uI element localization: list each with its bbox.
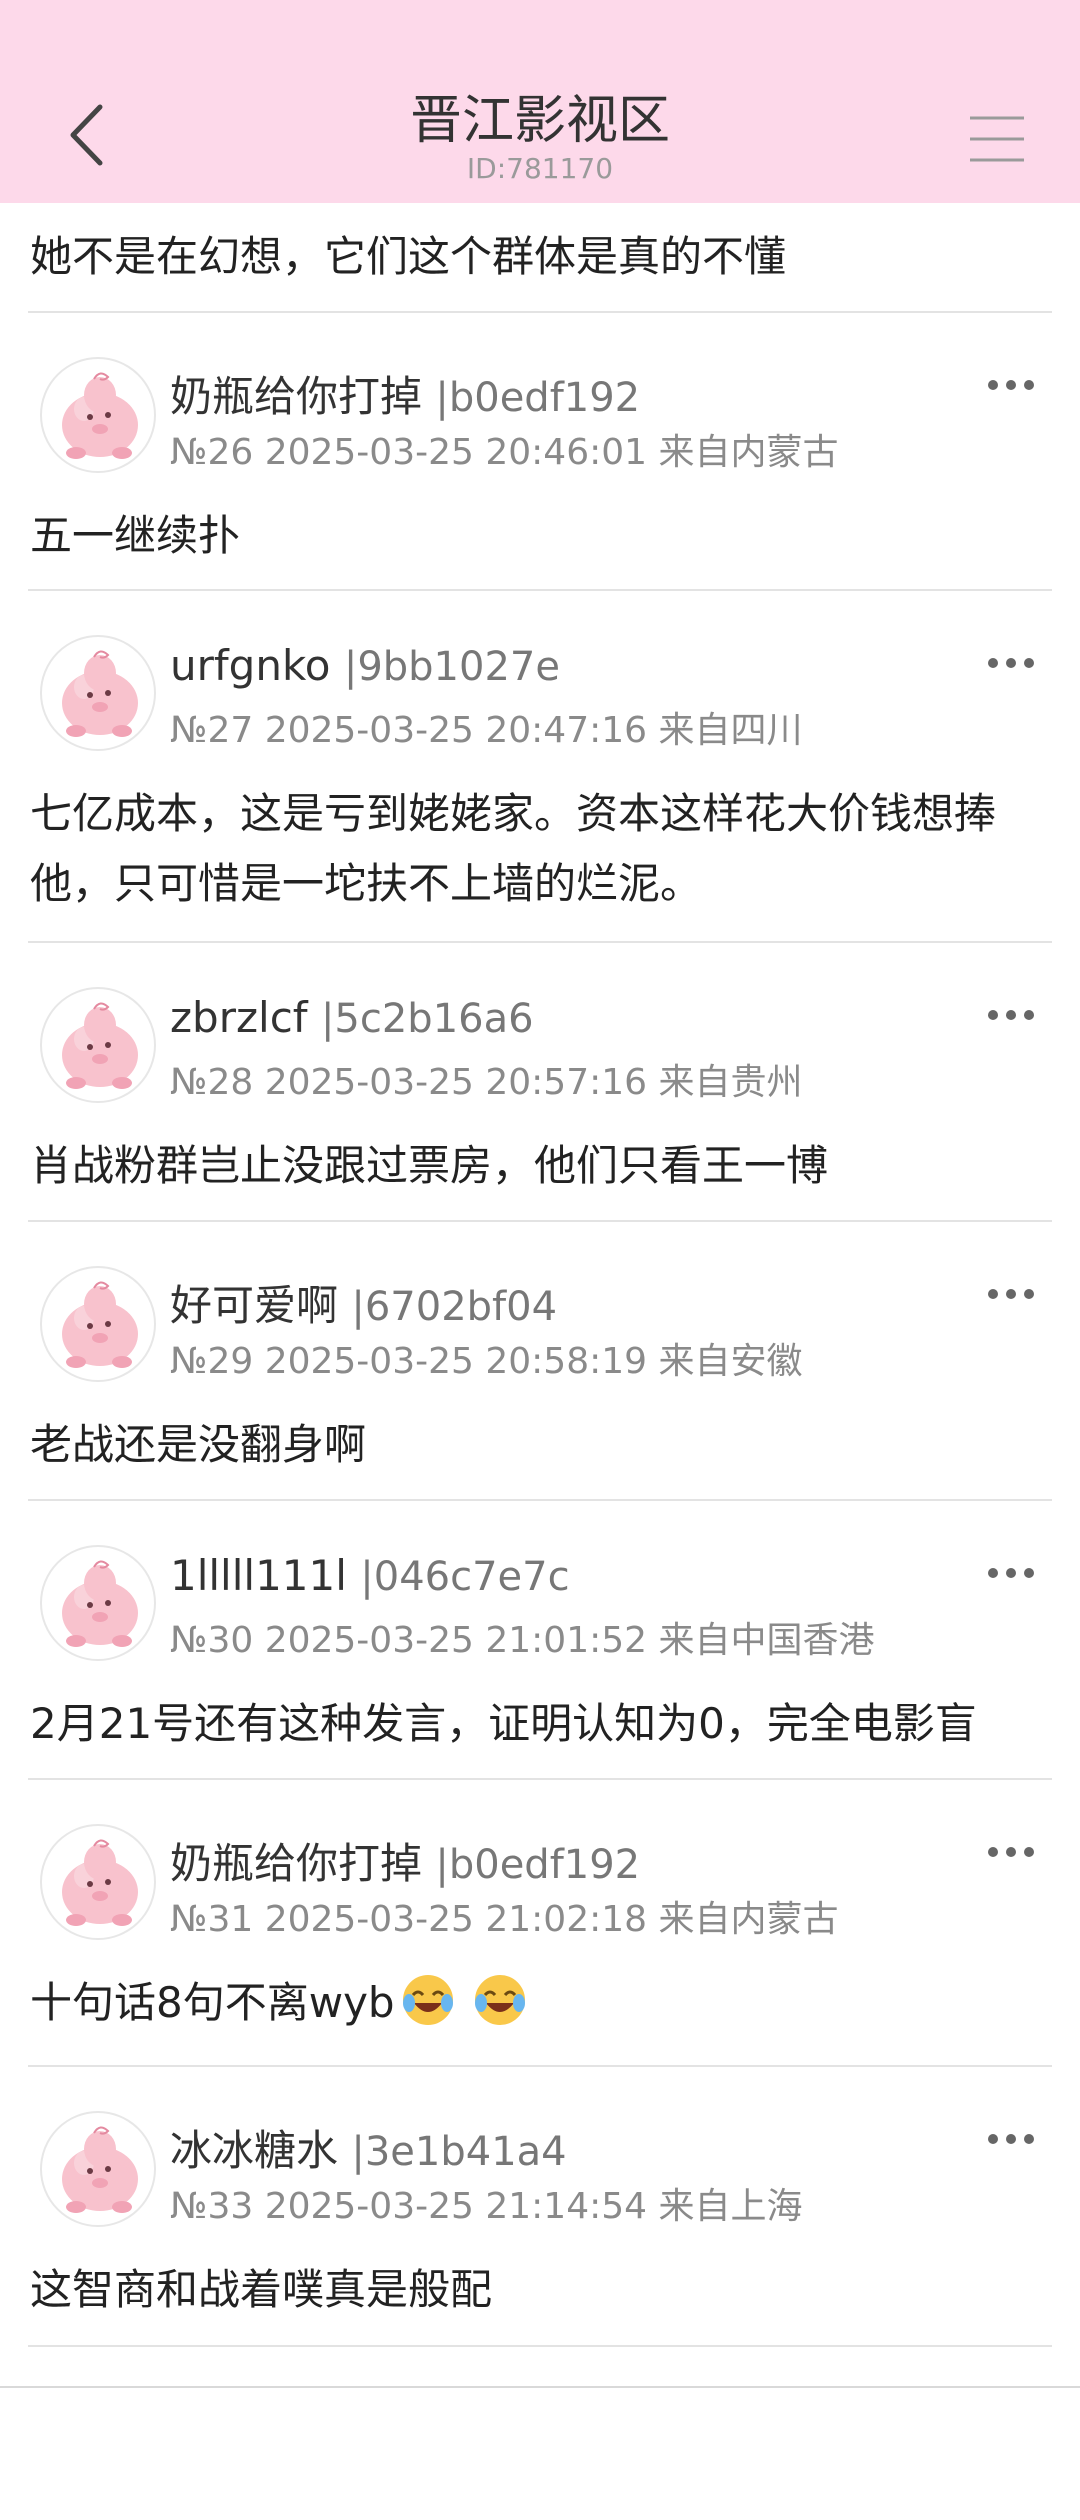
face-with-tears-of-joy-icon xyxy=(402,1975,453,2025)
post-item: 奶瓶给你打掉 |b0edf192 №26 2025-03-25 20:46:01… xyxy=(0,313,1080,593)
user-hash: |9bb1027e xyxy=(343,644,560,690)
post-text-content: 十句话8句不离wyb xyxy=(30,1978,395,2027)
post-item: 好可爱啊 |6702bf04 №29 2025-03-25 20:58:19 来… xyxy=(0,1222,1080,1502)
post-meta: №28 2025-03-25 20:57:16 来自贵州 xyxy=(170,1062,803,1103)
post-item: 冰冰糖水 |3e1b41a4 №33 2025-03-25 21:14:54 来… xyxy=(0,2067,1080,2347)
pink-pig-avatar-icon[interactable] xyxy=(40,357,156,473)
username[interactable]: 奶瓶给你打掉 xyxy=(170,372,422,421)
more-dots-icon[interactable] xyxy=(985,1563,1037,1583)
username[interactable]: 冰冰糖水 xyxy=(170,2126,338,2175)
post-text: 肖战粉群岂止没跟过票房，他们只看王一博 xyxy=(30,1141,829,1190)
user-hash: |b0edf192 xyxy=(435,375,641,421)
post-item: 奶瓶给你打掉 |b0edf192 №31 2025-03-25 21:02:18… xyxy=(0,1780,1080,2065)
pink-pig-avatar-icon[interactable] xyxy=(40,635,156,751)
post-meta: №31 2025-03-25 21:02:18 来自内蒙古 xyxy=(170,1899,839,1940)
post-meta: №27 2025-03-25 20:47:16 来自四川 xyxy=(170,710,803,751)
face-with-tears-of-joy-icon xyxy=(474,1975,525,2025)
user-hash: |6702bf04 xyxy=(351,1284,558,1330)
username[interactable]: zbrzlcf xyxy=(170,993,308,1042)
more-dots-icon[interactable] xyxy=(985,1842,1037,1862)
user-hash: |3e1b41a4 xyxy=(351,2129,567,2175)
divider xyxy=(28,2345,1052,2347)
post-meta: №29 2025-03-25 20:58:19 来自安徽 xyxy=(170,1341,803,1382)
post-text: 这智商和战着噗真是般配 xyxy=(30,2265,493,2314)
user-hash: |046c7e7c xyxy=(360,1554,570,1600)
top-nav-bar: 晋江影视区 ID:781170 xyxy=(0,0,1080,203)
post-text: 七亿成本，这是亏到姥姥家。资本这样花大价钱想捧他，只可惜是一坨扶不上墙的烂泥。 xyxy=(30,789,997,908)
pink-pig-avatar-icon[interactable] xyxy=(40,987,156,1103)
post-text: 五一继续扑 xyxy=(30,511,241,560)
footer-border xyxy=(0,2386,1080,2388)
pink-pig-avatar-icon[interactable] xyxy=(40,2111,156,2227)
username[interactable]: urfgnko xyxy=(170,641,330,690)
pink-pig-avatar-icon[interactable] xyxy=(40,1266,156,1382)
post-meta: №30 2025-03-25 21:01:52 来自中国香港 xyxy=(170,1620,875,1661)
post-item: urfgnko |9bb1027e №27 2025-03-25 20:47:1… xyxy=(0,591,1080,943)
post-item: zbrzlcf |5c2b16a6 №28 2025-03-25 20:57:1… xyxy=(0,943,1080,1223)
page-title: 晋江影视区 xyxy=(409,91,670,151)
more-dots-icon[interactable] xyxy=(985,653,1037,673)
pink-pig-avatar-icon[interactable] xyxy=(40,1545,156,1661)
forum-id-label: ID:781170 xyxy=(466,152,614,185)
more-dots-icon[interactable] xyxy=(985,1284,1037,1304)
hamburger-menu-icon[interactable] xyxy=(962,110,1032,170)
post-item: 1lllll111l |046c7e7c №30 2025-03-25 21:0… xyxy=(0,1501,1080,1781)
post-meta: №33 2025-03-25 21:14:54 来自上海 xyxy=(170,2186,803,2227)
more-dots-icon[interactable] xyxy=(985,2129,1037,2149)
post-meta: №26 2025-03-25 20:46:01 来自内蒙古 xyxy=(170,432,839,473)
post-text: 十句话8句不离wyb xyxy=(30,1968,1060,2038)
user-hash: |b0edf192 xyxy=(435,1842,641,1888)
previous-post-text: 她不是在幻想，它们这个群体是真的不懂 xyxy=(30,232,787,281)
more-dots-icon[interactable] xyxy=(985,1005,1037,1025)
post-text: 2月21号还有这种发言，证明认知为0，完全电影盲 xyxy=(30,1699,977,1748)
username[interactable]: 好可爱啊 xyxy=(170,1281,338,1330)
username[interactable]: 奶瓶给你打掉 xyxy=(170,1839,422,1888)
user-hash: |5c2b16a6 xyxy=(320,996,534,1042)
username[interactable]: 1lllll111l xyxy=(170,1551,347,1600)
pink-pig-avatar-icon[interactable] xyxy=(40,1824,156,1940)
post-text: 老战还是没翻身啊 xyxy=(30,1420,367,1469)
more-dots-icon[interactable] xyxy=(985,375,1037,395)
